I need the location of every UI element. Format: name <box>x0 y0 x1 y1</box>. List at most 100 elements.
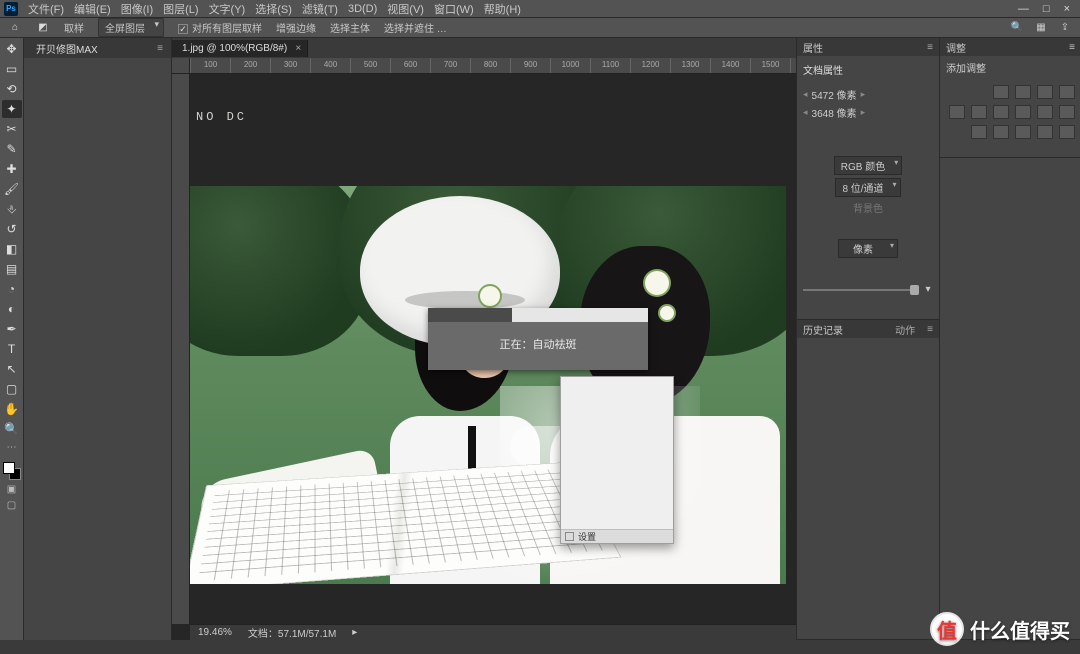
sample-dropdown[interactable]: 全屏图层 <box>98 18 164 37</box>
search-icon[interactable]: 🔍 <box>1010 22 1024 33</box>
menu-help[interactable]: 帮助(H) <box>484 1 521 17</box>
dodge-tool[interactable]: ◐ <box>2 300 22 318</box>
lasso-tool[interactable]: ⟲ <box>2 80 22 98</box>
document-tab-close-icon[interactable]: × <box>295 43 301 54</box>
chevron-left-icon[interactable]: ◂ <box>803 89 808 100</box>
menu-view[interactable]: 视图(V) <box>387 1 424 17</box>
move-tool[interactable]: ✥ <box>2 40 22 58</box>
enhance-edge-button[interactable]: 增强边缘 <box>276 20 316 35</box>
select-and-mask-button[interactable]: 选择并遮住 … <box>384 20 447 35</box>
marquee-tool[interactable]: ▭ <box>2 60 22 78</box>
right-side-column: 调整 ≡ 添加调整 <box>939 38 1080 640</box>
ruler-tick: 600 <box>390 58 430 73</box>
popup-panel[interactable]: 设置 <box>560 376 674 544</box>
menu-file[interactable]: 文件(F) <box>28 1 64 17</box>
adjust-hue-icon[interactable] <box>971 105 987 119</box>
panel-menu-icon[interactable]: ≡ <box>927 324 933 335</box>
popup-footer-label[interactable]: 设置 <box>578 530 596 543</box>
properties-title[interactable]: 属性 <box>803 40 823 55</box>
actions-tab[interactable]: 动作 <box>895 322 915 337</box>
menu-3d[interactable]: 3D(D) <box>348 3 377 15</box>
menu-select[interactable]: 选择(S) <box>255 1 292 17</box>
quickmask-icon[interactable]: ▣ <box>2 482 22 496</box>
plugin-tab[interactable]: 开贝修图MAX <box>32 38 102 59</box>
tool-more-icon[interactable]: ⋯ <box>2 440 22 454</box>
ruler-vertical[interactable] <box>172 74 190 624</box>
panel-menu-icon[interactable]: ≡ <box>927 42 933 53</box>
adjust-posterize-icon[interactable] <box>993 125 1009 139</box>
adjust-curves-icon[interactable] <box>1037 85 1053 99</box>
slider-thumb-icon[interactable] <box>910 285 919 295</box>
width-value[interactable]: 5472 像素 <box>812 87 857 102</box>
adjust-bw-icon[interactable] <box>993 105 1009 119</box>
ruler-horizontal[interactable]: 1002003004005006007008009001000110012001… <box>190 58 796 74</box>
zoom-level[interactable]: 19.46% <box>198 627 232 638</box>
status-chevron-icon[interactable]: ▸ <box>352 627 357 638</box>
adjust-brightness-icon[interactable] <box>993 85 1009 99</box>
chevron-left-icon[interactable]: ◂ <box>803 107 808 118</box>
zoom-tool[interactable]: 🔍 <box>2 420 22 438</box>
panel-menu-icon[interactable]: ≡ <box>157 43 163 54</box>
blur-tool[interactable]: ◔ <box>2 280 22 298</box>
adjust-threshold-icon[interactable] <box>1015 125 1031 139</box>
document-info[interactable]: 文档：57.1M/57.1M <box>248 625 336 640</box>
chevron-right-icon[interactable]: ▸ <box>861 89 866 100</box>
color-mode-dropdown[interactable]: RGB 颜色 <box>834 156 902 175</box>
eraser-tool[interactable]: ◧ <box>2 240 22 258</box>
adjustments-title[interactable]: 调整 <box>946 40 966 55</box>
bit-depth-dropdown[interactable]: 8 位/通道 <box>835 178 900 197</box>
adjust-invert-icon[interactable] <box>971 125 987 139</box>
workspace-icon[interactable]: ▦ <box>1034 22 1048 33</box>
adjust-vibrance-icon[interactable] <box>949 105 965 119</box>
adjust-gradient-map-icon[interactable] <box>1037 125 1053 139</box>
menu-type[interactable]: 文字(Y) <box>209 1 246 17</box>
opacity-slider[interactable] <box>803 289 919 291</box>
window-maximize-button[interactable]: □ <box>1043 3 1050 15</box>
hand-tool[interactable]: ✋ <box>2 400 22 418</box>
screenmode-icon[interactable]: ▢ <box>2 498 22 512</box>
height-value[interactable]: 3648 像素 <box>812 105 857 120</box>
menu-edit[interactable]: 编辑(E) <box>74 1 111 17</box>
gradient-tool[interactable]: ▤ <box>2 260 22 278</box>
pen-tool[interactable]: ✒ <box>2 320 22 338</box>
menu-layer[interactable]: 图层(L) <box>163 1 198 17</box>
res-unit-dropdown[interactable]: 像素 <box>838 239 898 258</box>
adjust-levels-icon[interactable] <box>1015 85 1031 99</box>
menu-filter[interactable]: 滤镜(T) <box>302 1 338 17</box>
sample-all-layers-checkbox[interactable]: 对所有图层取样 <box>178 20 262 35</box>
crop-tool[interactable]: ✂ <box>2 120 22 138</box>
heal-tool[interactable]: ✚ <box>2 160 22 178</box>
menu-image[interactable]: 图像(I) <box>121 1 153 17</box>
tool-preset-icon[interactable]: ◩ <box>36 21 50 35</box>
history-title[interactable]: 历史记录 <box>803 322 843 337</box>
adjust-photo-filter-icon[interactable] <box>1015 105 1031 119</box>
slider-chevron-icon[interactable]: ▾ <box>923 284 933 295</box>
window-close-button[interactable]: × <box>1064 3 1070 15</box>
panel-menu-icon[interactable]: ≡ <box>1069 42 1075 53</box>
menu-window[interactable]: 窗口(W) <box>434 1 474 17</box>
select-subject-button[interactable]: 选择主体 <box>330 20 370 35</box>
stamp-tool[interactable]: ⎀ <box>2 200 22 218</box>
share-icon[interactable]: ⇪ <box>1058 22 1072 33</box>
document-tab[interactable]: 1.jpg @ 100%(RGB/8#) × <box>172 40 308 57</box>
adjust-channel-mixer-icon[interactable] <box>1037 105 1053 119</box>
chevron-right-icon[interactable]: ▸ <box>861 107 866 118</box>
type-tool[interactable]: T <box>2 340 22 358</box>
history-brush-tool[interactable]: ↺ <box>2 220 22 238</box>
home-icon[interactable]: ⌂ <box>8 21 22 35</box>
popup-footer-icon[interactable] <box>565 532 574 541</box>
history-panel: 历史记录 动作 ≡ <box>797 320 939 640</box>
path-select-tool[interactable]: ↖ <box>2 360 22 378</box>
quick-select-tool[interactable]: ✦ <box>2 100 22 118</box>
shape-tool[interactable]: ▢ <box>2 380 22 398</box>
adjust-selective-color-icon[interactable] <box>1059 125 1075 139</box>
ruler-tick: 700 <box>430 58 470 73</box>
foreground-color-swatch[interactable] <box>3 462 15 474</box>
eyedropper-tool[interactable]: ✎ <box>2 140 22 158</box>
window-minimize-button[interactable]: — <box>1018 3 1029 15</box>
color-swatch[interactable] <box>3 462 21 480</box>
adjust-exposure-icon[interactable] <box>1059 85 1075 99</box>
adjust-lut-icon[interactable] <box>1059 105 1075 119</box>
canvas-viewport[interactable]: NO DC <box>190 74 796 624</box>
brush-tool[interactable]: 🖌 <box>2 180 22 198</box>
